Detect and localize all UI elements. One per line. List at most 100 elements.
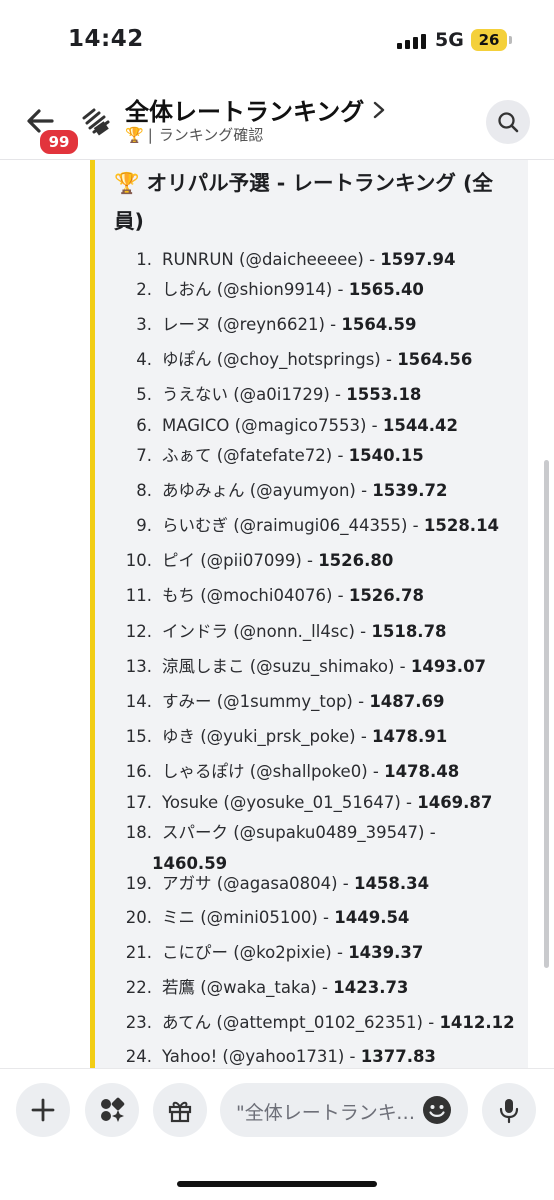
rank-score: 1564.56 [397,350,473,369]
rank-player: こにぴー (@ko2pixie) - [162,943,349,962]
rank-number: 10. [125,551,152,570]
microphone-icon [499,1099,519,1124]
rank-player: あゆみょん (@ayumyon) - [162,481,373,500]
channel-subtitle: 🏆 | ランキング確認 [125,124,263,145]
rank-score: 1449.54 [334,908,410,927]
rank-score: 1412.12 [439,1013,515,1032]
rank-player: しおん (@shion9914) - [162,280,349,299]
ranking-entry: 24. Yahoo! (@yahoo1731) - 1377.83 [114,1047,436,1066]
channel-header: 99 全体レートランキング 🏆 | ランキング確認 [0,80,554,160]
attach-button[interactable] [16,1083,70,1137]
chevron-right-icon [374,101,385,118]
rank-score: 1493.07 [410,657,487,676]
rank-player: 若鷹 (@waka_taka) - [162,978,334,997]
message-input[interactable]: "全体レートランキング"へメッセージを送信 [220,1083,468,1137]
rank-number: 20. [125,908,152,927]
rank-number: 4. [136,350,152,369]
rank-player: スパーク (@supaku0489_39547) - [162,823,436,842]
rank-score: 1518.78 [371,622,447,641]
search-icon [498,112,519,133]
apps-button[interactable] [85,1083,139,1137]
rank-player: すみー (@1summy_top) - [162,692,370,711]
ranking-entry: 8. あゆみょん (@ayumyon) - 1539.72 [114,477,447,501]
emoji-icon[interactable] [422,1095,452,1125]
rank-player: ゆき (@yuki_prsk_poke) - [162,727,373,746]
message-area[interactable]: 🏆 オリパル予選 - レートランキング (全員) 1. RUNRUN (@daic… [0,160,554,1068]
rank-player: しゃるぽけ (@shallpoke0) - [162,762,385,781]
network-type: 5G [435,29,464,51]
rank-player: あてん (@attempt_0102_62351) - [162,1013,440,1032]
battery-tip [509,36,512,44]
ranking-entry: 9. らいむぎ (@raimugi06_44355) - 1528.14 [114,512,499,536]
rank-number: 13. [125,657,152,676]
ranking-entry: 19. アガサ (@agasa0804) - 1458.34 [114,870,429,894]
rank-score: 1458.34 [353,874,430,893]
ranking-entry: 17. Yosuke (@yosuke_01_51647) - 1469.87 [114,793,493,812]
ranking-entry: 5. うえない (@a0i1729) - 1553.18 [114,381,421,405]
rank-number: 18. [125,823,152,842]
rank-player: うえない (@a0i1729) - [162,385,347,404]
ranking-entry: 1. RUNRUN (@daicheeeee) - 1597.94 [114,250,455,269]
rank-score: 1478.91 [372,727,448,746]
gift-button[interactable] [153,1083,207,1137]
voice-button[interactable] [482,1083,536,1137]
rank-score: 1544.42 [382,416,459,435]
ranking-entry: 6. MAGICO (@magico7553) - 1544.42 [114,416,458,435]
ranking-entry: 23. あてん (@attempt_0102_62351) - 1412.12 [114,1009,515,1033]
ranking-entry: 10. ピイ (@pii07099) - 1526.80 [114,547,394,571]
rank-player: Yahoo! (@yahoo1731) - [162,1047,361,1066]
channel-icon [78,104,112,138]
rank-score: 1564.59 [341,315,417,334]
rank-number: 1. [136,250,152,269]
rank-score: 1526.80 [318,551,394,570]
rank-score: 1423.73 [333,978,409,997]
status-bar: 14:42 5G 26 [0,0,554,80]
subtitle-text: ランキング確認 [158,126,264,144]
plus-icon [31,1098,55,1122]
rank-player: アガサ (@agasa0804) - [162,874,354,893]
search-button[interactable] [486,100,530,144]
ranking-entry: 11. もち (@mochi04076) - 1526.78 [114,582,424,606]
ranking-entry: 7. ふぁて (@fatefate72) - 1540.15 [114,442,424,466]
home-indicator[interactable] [177,1181,377,1187]
rank-player: インドラ (@nonn._ll4sc) - [162,622,372,641]
rank-score: 1469.87 [417,793,493,812]
rank-player: Yosuke (@yosuke_01_51647) - [162,793,418,812]
subtitle-separator: | [147,125,153,144]
rank-number: 7. [136,446,152,465]
embed-title: 🏆 オリパル予選 - レートランキング (全員) [114,171,493,233]
ranking-entry: 12. インドラ (@nonn._ll4sc) - 1518.78 [114,618,447,642]
rank-player: RUNRUN (@daicheeeee) - [162,250,381,269]
ranking-entry: 13. 涼風しまこ (@suzu_shimako) - 1493.07 [114,653,486,677]
channel-title-row[interactable]: 全体レートランキング [125,92,386,127]
signal-strength-icon [397,33,427,49]
rank-number: 2. [136,280,152,299]
rank-number: 14. [125,692,152,711]
scrollbar[interactable] [544,460,549,968]
rank-number: 12. [125,622,152,641]
rank-number: 15. [125,727,152,746]
ranking-entry: 22. 若鷹 (@waka_taka) - 1423.73 [114,974,409,998]
ranking-entry: 18. スパーク (@supaku0489_39547) -1460.59 [114,819,436,873]
rank-score: 1539.72 [372,481,448,500]
rank-score: 1377.83 [360,1047,436,1066]
ranking-entry: 15. ゆき (@yuki_prsk_poke) - 1478.91 [114,723,447,747]
rank-score: 1528.14 [423,516,500,535]
rank-score: 1439.37 [348,943,424,962]
rank-number: 3. [136,315,152,334]
message-composer: "全体レートランキング"へメッセージを送信 [0,1069,554,1200]
rank-number: 5. [136,385,152,404]
ranking-entry: 2. しおん (@shion9914) - 1565.40 [114,276,424,300]
apps-icon [101,1097,125,1122]
rank-score: 1540.15 [348,446,424,465]
status-time: 14:42 [68,26,144,52]
embed-accent-bar [90,160,95,1068]
rank-player: MAGICO (@magico7553) - [162,416,383,435]
battery-indicator: 26 [471,29,507,51]
rank-score: 1487.69 [369,692,445,711]
rank-number: 23. [125,1013,152,1032]
rank-player: ゆぽん (@choy_hotsprings) - [162,350,398,369]
rank-number: 6. [136,416,152,435]
rank-score: 1565.40 [348,280,424,299]
rank-number: 22. [125,978,152,997]
